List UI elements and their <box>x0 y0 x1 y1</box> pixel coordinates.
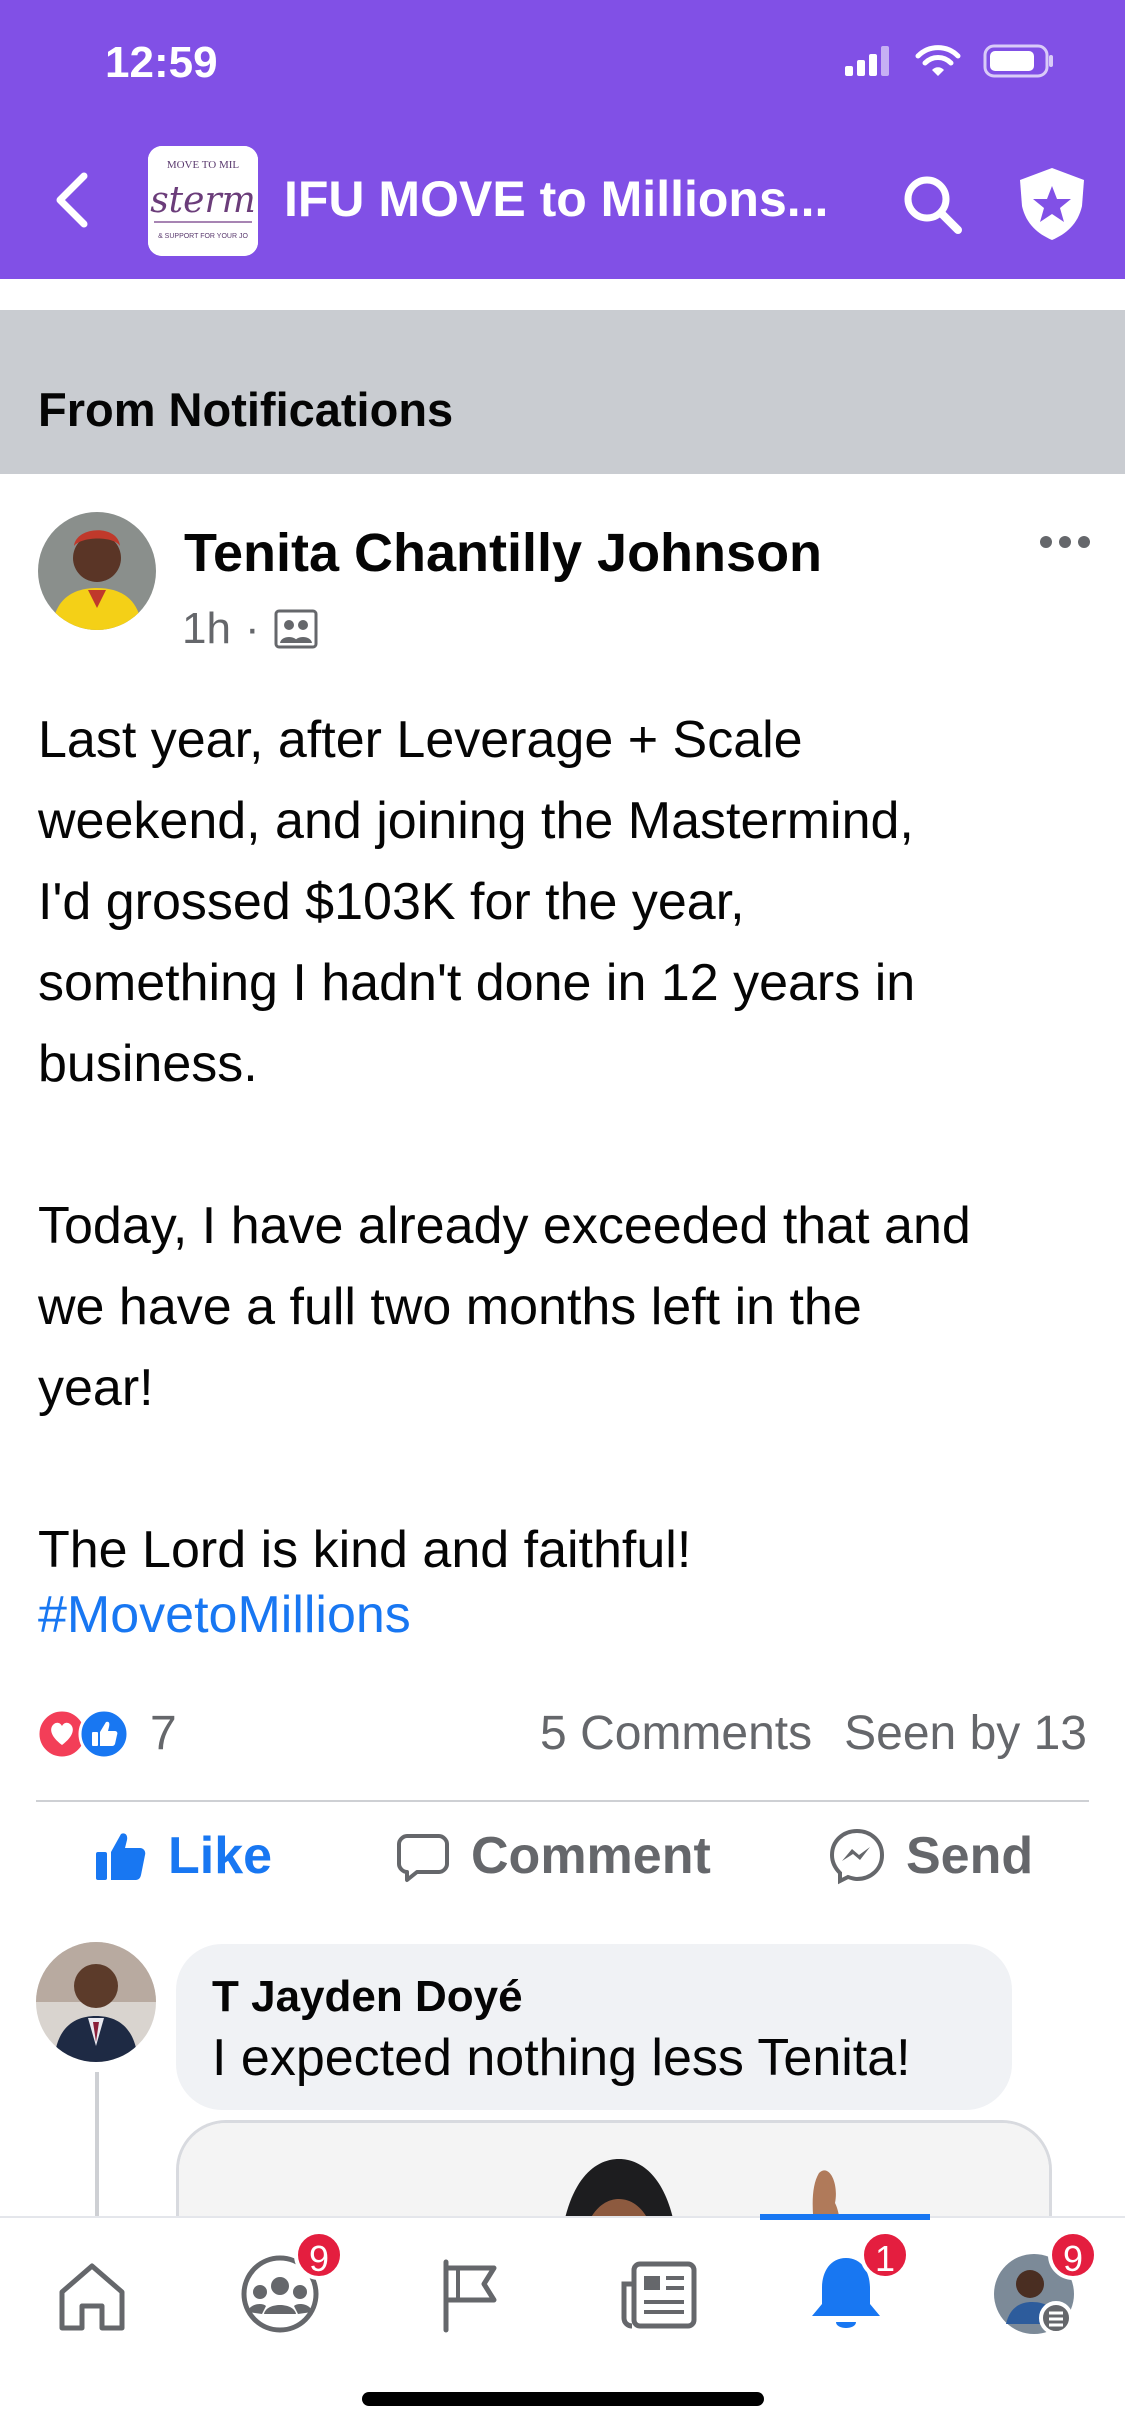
comment-thread-line <box>95 2072 99 2222</box>
tab-news[interactable] <box>608 2244 708 2344</box>
like-button[interactable]: Like <box>92 1826 272 1886</box>
banner-text: From Notifications <box>38 383 454 436</box>
post-paragraph-3: The Lord is kind and faithful! <box>38 1521 692 1579</box>
comment-text: I expected nothing less Tenita! <box>212 2029 911 2087</box>
tab-home[interactable] <box>42 2244 142 2344</box>
like-icon <box>96 1833 146 1880</box>
like-reaction-icon <box>78 1708 130 1759</box>
comments-count[interactable]: 5 Comments <box>540 1706 812 1761</box>
back-icon[interactable] <box>50 170 92 230</box>
from-notifications-banner: From Notifications <box>0 310 1125 474</box>
wifi-icon <box>915 45 961 76</box>
home-icon <box>59 2263 125 2331</box>
home-indicator <box>362 2392 764 2406</box>
group-logo-image: MOVE TO MIL sterm & SUPPORT FOR YOUR JO <box>148 146 258 256</box>
comment-icon <box>397 1834 449 1882</box>
meta-separator: · <box>244 604 260 653</box>
post-paragraph-1: Last year, after Leverage + Scale weeken… <box>38 711 916 1093</box>
app-header: 12:59 MOVE TO MIL sterm & SUPPORT FOR YO… <box>0 0 1125 279</box>
group-title[interactable]: IFU MOVE to Millions... <box>284 170 828 228</box>
reactions-summary[interactable]: 7 <box>36 1706 177 1761</box>
messenger-icon <box>829 1828 885 1885</box>
commenter-avatar-image <box>36 1942 156 2062</box>
more-options-icon[interactable] <box>1038 530 1092 554</box>
commenter-name[interactable]: T Jayden Doyé <box>212 1972 523 2022</box>
author-avatar-image <box>38 512 156 630</box>
tab-groups[interactable]: 9 <box>230 2230 344 2344</box>
comment-bubble[interactable]: T Jayden Doyé I expected nothing less Te… <box>176 1944 1012 2110</box>
header-row: MOVE TO MIL sterm & SUPPORT FOR YOUR JO … <box>0 140 1125 260</box>
tab-notifications[interactable]: 1 <box>796 2230 910 2344</box>
battery-icon <box>983 44 1053 78</box>
flag-icon <box>443 2259 497 2333</box>
comment-button[interactable]: Comment <box>395 1826 711 1886</box>
engagement-stats: 5 Comments Seen by 13 <box>540 1706 1087 1761</box>
tab-menu[interactable]: 9 <box>984 2230 1098 2344</box>
comment-label: Comment <box>471 1827 711 1885</box>
signal-icon <box>845 46 889 76</box>
svg-text:sterm: sterm <box>150 180 256 221</box>
like-label: Like <box>168 1827 273 1885</box>
actions-divider <box>36 1800 1089 1802</box>
post-body: Last year, after Leverage + Scale weeken… <box>38 700 1098 1591</box>
commenter-avatar[interactable] <box>36 1942 156 2062</box>
send-button[interactable]: Send <box>828 1826 1033 1886</box>
reaction-count: 7 <box>150 1707 177 1760</box>
status-icons <box>845 44 1055 78</box>
group-audience-icon <box>274 609 318 649</box>
post-paragraph-2: Today, I have already exceeded that and … <box>38 1197 971 1417</box>
svg-text:& SUPPORT FOR YOUR JO: & SUPPORT FOR YOUR JO <box>158 233 248 240</box>
author-avatar[interactable] <box>38 512 156 630</box>
hashtag-link[interactable]: #MovetoMillions <box>38 1585 411 1645</box>
seen-by-count[interactable]: Seen by 13 <box>844 1706 1087 1761</box>
group-logo[interactable]: MOVE TO MIL sterm & SUPPORT FOR YOUR JO <box>148 146 258 256</box>
search-icon[interactable] <box>900 172 964 236</box>
notifications-badge: 1 <box>860 2230 910 2280</box>
post-meta: 1h · <box>182 604 318 654</box>
send-label: Send <box>906 1827 1034 1885</box>
menu-badge: 9 <box>1048 2230 1098 2280</box>
svg-text:MOVE TO MIL: MOVE TO MIL <box>167 159 240 171</box>
active-tab-indicator <box>760 2214 930 2220</box>
tab-pages[interactable] <box>418 2244 518 2344</box>
post-actions: Like Comment Send <box>0 1826 1125 1906</box>
post-author[interactable]: Tenita Chantilly Johnson <box>184 522 822 584</box>
admin-shield-icon[interactable] <box>1016 166 1088 242</box>
post-time[interactable]: 1h <box>182 604 231 654</box>
status-time: 12:59 <box>105 38 218 87</box>
groups-badge: 9 <box>294 2230 344 2280</box>
news-icon <box>621 2261 697 2329</box>
